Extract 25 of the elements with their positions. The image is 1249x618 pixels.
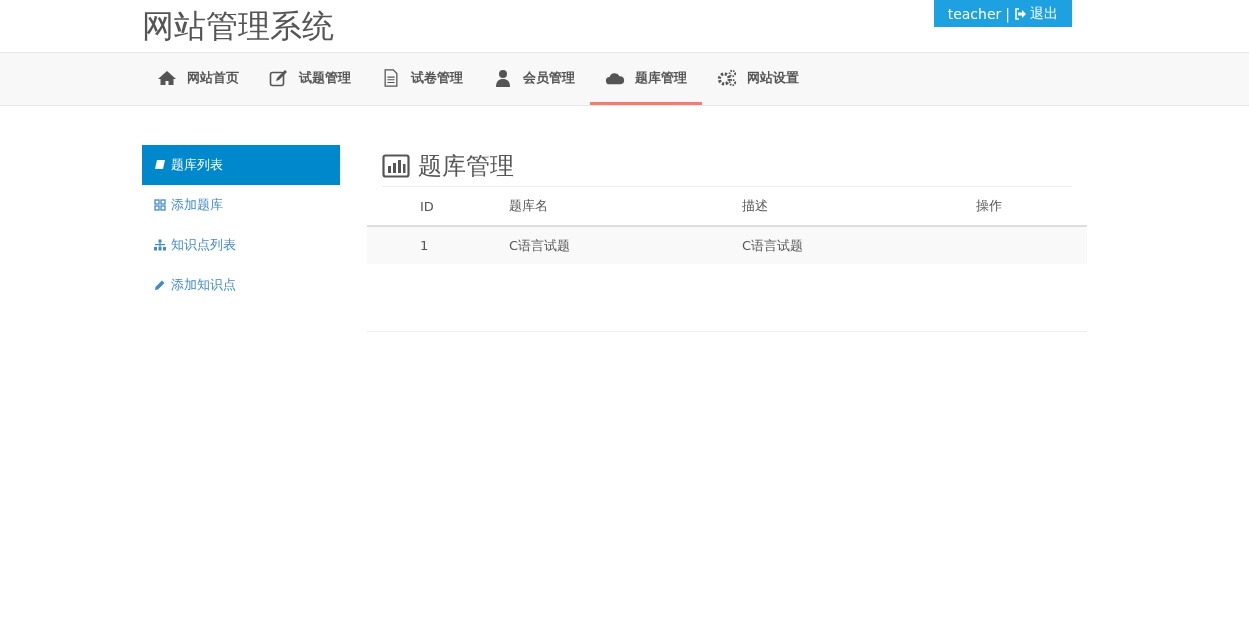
pencil-icon [154, 279, 166, 291]
sitemap-icon [154, 239, 166, 251]
nav-tab[interactable]: 会员管理 [478, 53, 590, 105]
table-cell: 1 [367, 226, 508, 264]
nav-tab[interactable]: 试题管理 [254, 53, 366, 105]
separator: | [1005, 5, 1010, 22]
bar-chart-icon [382, 153, 410, 178]
grid-icon [154, 199, 166, 211]
home-icon [157, 68, 177, 87]
sidebar-item[interactable]: 添加题库 [142, 185, 340, 225]
sidebar-item[interactable]: 题库列表 [142, 145, 340, 185]
user-icon [493, 68, 513, 87]
table-cell: C语言试题 [741, 226, 975, 264]
sign-out-icon [1014, 7, 1026, 20]
nav-tab[interactable]: 试卷管理 [366, 53, 478, 105]
page-heading: 题库管理 [418, 150, 514, 182]
nav-tab[interactable]: 网站首页 [142, 53, 254, 105]
username: teacher [947, 5, 1002, 22]
site-title: 网站管理系统 [142, 6, 334, 46]
table-cell: C语言试题 [508, 226, 741, 264]
edit-icon [269, 68, 289, 87]
sidebar-item[interactable]: 知识点列表 [142, 225, 340, 265]
nav-tab[interactable]: 题库管理 [590, 53, 702, 105]
nav-tab[interactable]: 网站设置 [702, 53, 814, 105]
sidebar-item[interactable]: 添加知识点 [142, 265, 340, 305]
